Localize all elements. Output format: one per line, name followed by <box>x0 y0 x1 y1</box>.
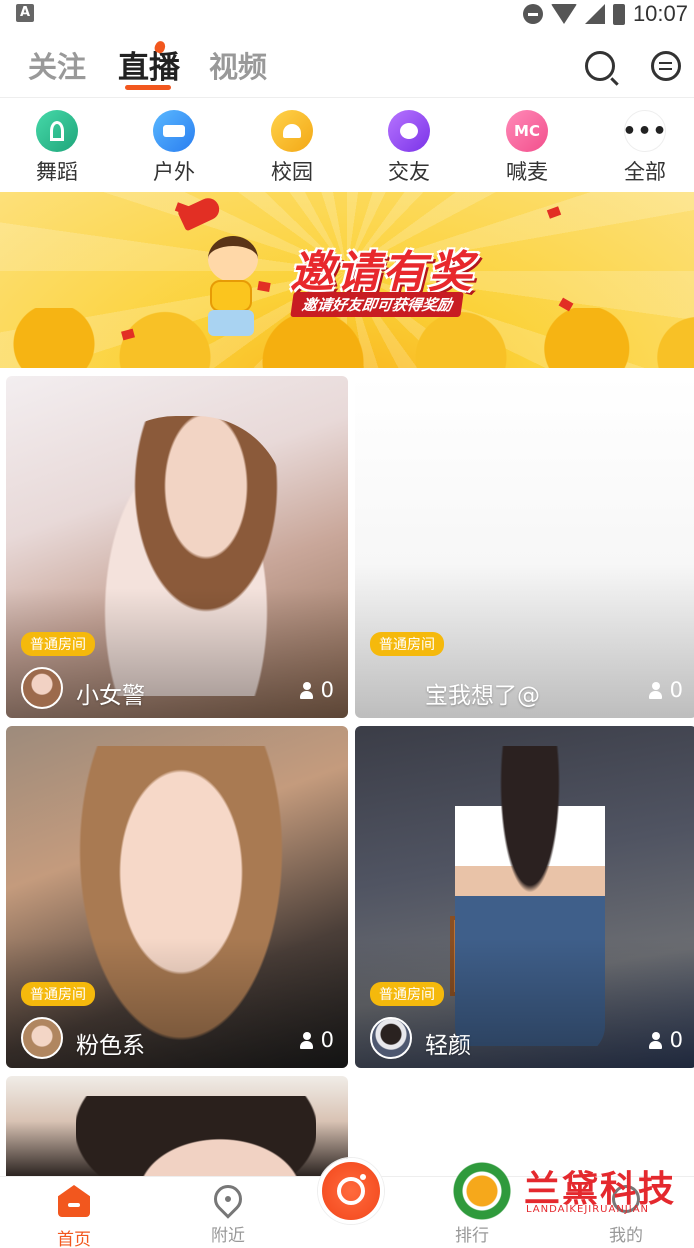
person-icon <box>648 1031 662 1049</box>
category-label: 户外 <box>153 160 195 184</box>
active-tab-indicator <box>125 85 171 90</box>
room-card[interactable] <box>6 1076 348 1176</box>
clock: 10:07 <box>632 1 688 26</box>
nav-nearby[interactable]: 附近 <box>188 1179 268 1246</box>
room-card[interactable]: 普通房间 粉色系 0 <box>6 726 348 1068</box>
viewer-number: 0 <box>669 1028 683 1052</box>
category-label: 全部 <box>624 160 666 184</box>
status-bar: A 10:07 <box>0 0 694 28</box>
category-label: 舞蹈 <box>36 160 78 184</box>
nav-label: 附近 <box>211 1226 245 1246</box>
viewer-count: 0 <box>299 1028 334 1052</box>
avatar[interactable] <box>21 667 63 709</box>
tab-follow[interactable]: 关注 <box>28 44 86 86</box>
more-icon: ••• <box>622 110 667 152</box>
banner-subtitle: 邀请好友即可获得奖励 <box>290 292 464 317</box>
anchor-name: 轻颜 <box>425 1033 471 1059</box>
category-bar: 舞蹈 户外 校园 交友 MC 喊麦 ••• 全部 <box>0 100 694 190</box>
tab-live[interactable]: 直播 <box>118 42 180 87</box>
room-type-badge: 普通房间 <box>370 982 444 1006</box>
dance-icon <box>36 110 78 152</box>
room-card[interactable]: 普通房间 宝我想了@ 0 <box>355 376 694 718</box>
viewer-number: 0 <box>669 678 683 702</box>
category-friend[interactable]: 交友 <box>369 110 449 186</box>
search-icon[interactable] <box>585 51 615 81</box>
banner-clouds <box>0 308 694 368</box>
avatar[interactable] <box>370 1017 412 1059</box>
room-cover <box>355 376 694 718</box>
start-live-button[interactable] <box>318 1158 384 1224</box>
category-label: 交友 <box>388 160 430 184</box>
viewer-number: 0 <box>320 678 334 702</box>
category-outdoor[interactable]: 户外 <box>134 110 214 186</box>
avatar[interactable] <box>21 1017 63 1059</box>
outdoor-icon <box>153 110 195 152</box>
watermark-subtext: LANDAIKEJIRUANJIAN <box>526 1204 650 1215</box>
category-campus[interactable]: 校园 <box>252 110 332 186</box>
watermark-logo-icon <box>450 1162 514 1220</box>
notification-icon: A <box>16 4 34 22</box>
category-mc[interactable]: MC 喊麦 <box>487 110 567 186</box>
invite-banner[interactable]: 邀请有奖 邀请好友即可获得奖励 <box>0 192 694 368</box>
battery-icon <box>612 3 625 25</box>
person-icon <box>299 1031 313 1049</box>
message-icon[interactable] <box>651 51 681 81</box>
viewer-count: 0 <box>299 678 334 702</box>
category-label: 校园 <box>271 160 313 184</box>
anchor-name: 宝我想了@ <box>425 683 540 709</box>
person-icon <box>299 681 313 699</box>
nav-label: 排行 <box>455 1226 489 1246</box>
viewer-count: 0 <box>648 678 683 702</box>
top-nav: 关注 直播 视频 <box>0 28 694 98</box>
viewer-count: 0 <box>648 1028 683 1052</box>
room-type-badge: 普通房间 <box>21 632 95 656</box>
nav-home[interactable]: 首页 <box>34 1185 114 1248</box>
home-icon <box>58 1185 90 1217</box>
do-not-disturb-icon <box>522 4 543 24</box>
status-icons: 10:07 <box>522 0 688 28</box>
nav-label: 首页 <box>57 1230 91 1248</box>
person-icon <box>648 681 662 699</box>
category-label: 喊麦 <box>506 160 548 184</box>
friend-icon <box>388 110 430 152</box>
nav-label: 我的 <box>609 1226 643 1246</box>
cartoon-boy <box>190 222 270 342</box>
room-card[interactable]: 普通房间 轻颜 0 <box>355 726 694 1068</box>
signal-icon <box>584 4 605 24</box>
mc-icon: MC <box>506 110 548 152</box>
watermark: 兰黛科技 LANDAIKEJIRUANJIAN <box>450 1160 680 1222</box>
banner-title: 邀请有奖 <box>290 247 474 298</box>
room-card[interactable]: 普通房间 小女警 0 <box>6 376 348 718</box>
tab-video[interactable]: 视频 <box>209 44 267 86</box>
category-all[interactable]: ••• 全部 <box>605 110 685 186</box>
anchor-name: 粉色系 <box>76 1033 145 1059</box>
campus-icon <box>271 110 313 152</box>
room-type-badge: 普通房间 <box>21 982 95 1006</box>
category-dance[interactable]: 舞蹈 <box>17 110 97 186</box>
anchor-name: 小女警 <box>76 683 145 709</box>
room-cover <box>6 1076 348 1176</box>
location-icon <box>208 1179 248 1219</box>
viewer-number: 0 <box>320 1028 334 1052</box>
room-type-badge: 普通房间 <box>370 632 444 656</box>
wifi-icon <box>550 4 577 24</box>
